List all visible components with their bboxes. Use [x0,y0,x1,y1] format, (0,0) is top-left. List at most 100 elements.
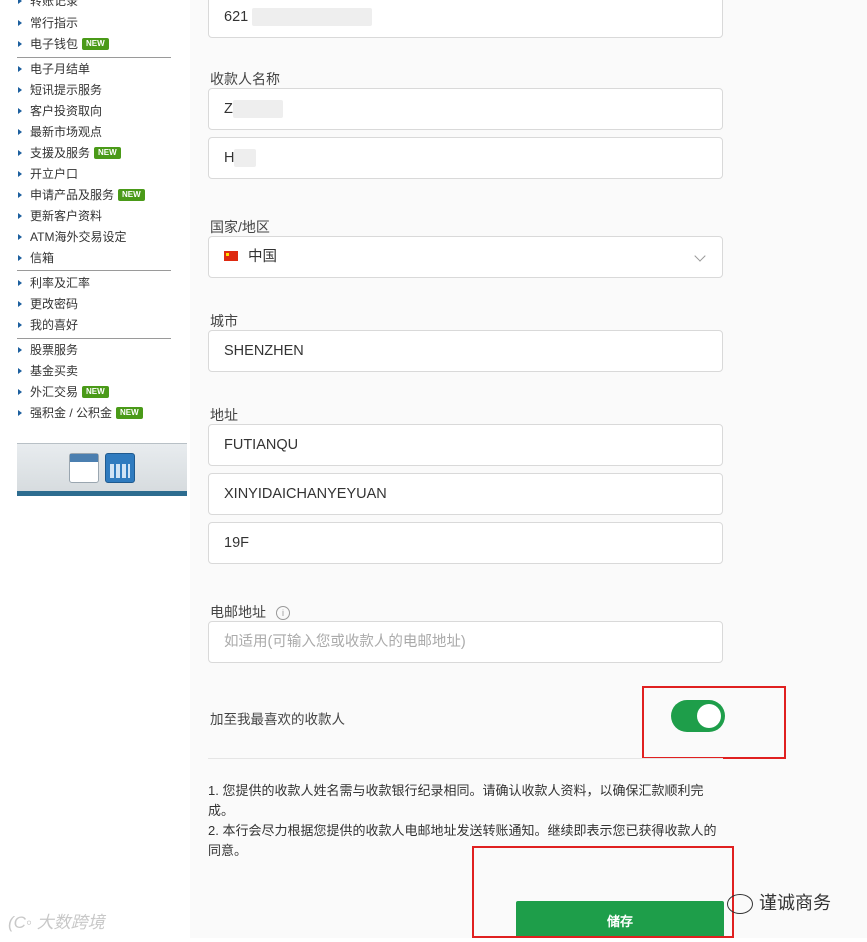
form-divider [208,758,723,759]
address-line1-field[interactable]: FUTIANQU [208,424,723,466]
sidebar-item-label: 我的喜好 [30,318,79,332]
sidebar-item[interactable]: 基金买卖 [18,361,78,381]
new-badge: NEW [82,386,109,398]
country-label: 国家/地区 [210,219,270,235]
sidebar-item-label: 股票服务 [30,343,79,357]
sidebar-item[interactable]: 股票服务 [18,340,78,360]
calculator-banner[interactable] [17,443,187,496]
sidebar-item-label: 更改密码 [30,297,79,311]
favorite-label: 加至我最喜欢的收款人 [210,712,345,727]
calculator-icon [105,453,135,483]
arrow-right-icon [18,0,22,4]
sidebar-item-label: 短讯提示服务 [30,83,103,97]
new-badge: NEW [116,407,143,419]
sidebar: 转账记录 常行指示 电子钱包 NEW 电子月结单 短讯提示服务 客户投资取向 最新市场观点… [0,0,190,938]
sidebar-divider [17,338,171,339]
redacted-mask [252,8,373,27]
sidebar-item[interactable]: 更新客户资料 [18,206,102,226]
watermark-right: 谨诚商务 [727,889,831,915]
email-field[interactable]: 如适用(可输入您或收款人的电邮地址) [208,621,723,663]
city-label: 城市 [210,313,238,329]
sidebar-item-label: 基金买卖 [30,364,79,378]
arrow-right-icon [18,367,22,374]
arrow-right-icon [18,254,22,261]
sidebar-item-partial[interactable]: 转账记录 [18,0,78,11]
payee-name-line2-field[interactable]: H [208,137,723,179]
arrow-right-icon [18,149,22,156]
arrow-right-icon [18,19,22,26]
sidebar-item[interactable]: 强积金 / 公积金 NEW [18,403,143,423]
arrow-right-icon [18,191,22,198]
new-badge: NEW [94,147,121,159]
watermark-left: (C◦ 大数跨境 [8,913,105,932]
sidebar-item-label: 强积金 / 公积金 [30,406,113,420]
sidebar-item-label: 电子钱包 [30,37,79,51]
arrow-right-icon [18,388,22,395]
address-label: 地址 [210,407,238,423]
sidebar-item[interactable]: 最新市场观点 [18,122,102,142]
sidebar-item[interactable]: 外汇交易 NEW [18,382,109,402]
sidebar-item[interactable]: ATM海外交易设定 [18,227,126,247]
highlight-box-save [472,846,734,938]
sidebar-item[interactable]: 利率及汇率 [18,273,90,293]
new-badge: NEW [82,38,109,50]
arrow-right-icon [18,86,22,93]
highlight-box-toggle [642,686,786,759]
china-flag-icon [224,251,238,262]
redacted-mask [234,149,257,168]
sidebar-item[interactable]: 电子月结单 [18,59,90,79]
arrow-right-icon [18,107,22,114]
arrow-right-icon [18,170,22,177]
sidebar-item[interactable]: 我的喜好 [18,315,78,335]
redacted-mask [232,100,283,119]
new-badge: NEW [118,189,145,201]
wechat-icon [727,894,753,915]
address-line2-field[interactable]: XINYIDAICHANYEYUAN [208,473,723,515]
arrow-right-icon [18,128,22,135]
sidebar-item-label: 电子月结单 [30,62,91,76]
info-icon[interactable]: i [276,606,290,621]
arrow-right-icon [18,212,22,219]
arrow-right-icon [18,300,22,307]
sidebar-item-label: 信箱 [30,251,55,265]
sidebar-item[interactable]: 电子钱包 NEW [18,34,109,54]
sidebar-item[interactable]: 更改密码 [18,294,78,314]
arrow-right-icon [18,346,22,353]
account-number-field[interactable]: 621 [208,0,723,38]
arrow-right-icon [18,65,22,72]
sidebar-item[interactable]: 支援及服务 NEW [18,143,121,163]
country-select[interactable]: 中国 [208,236,723,278]
sidebar-item-label: 外汇交易 [30,385,79,399]
sidebar-item[interactable]: 短讯提示服务 [18,80,102,100]
note-1: 1. 您提供的收款人姓名需与收款银行纪录相同。请确认收款人资料，以确保汇款顺利完… [208,783,704,818]
sidebar-item-label: 支援及服务 [30,146,91,160]
banner-base [17,491,187,496]
arrow-right-icon [18,409,22,416]
sidebar-divider [17,270,171,271]
arrow-right-icon [18,233,22,240]
email-label: 电邮地址 i [210,602,290,622]
sidebar-item-label: 利率及汇率 [30,276,91,290]
sidebar-item-label: 更新客户资料 [30,209,103,223]
payee-name-label: 收款人名称 [210,71,280,87]
payee-name-line1-field[interactable]: Z [208,88,723,130]
sidebar-item[interactable]: 开立户口 [18,164,78,184]
sidebar-item[interactable]: 申请产品及服务 NEW [18,185,145,205]
payee-form: 621 收款人名称 Z H 国家/地区 中国 城市 SHENZHEN 地址 FU… [190,0,867,938]
sidebar-divider [17,57,171,58]
sidebar-item[interactable]: 常行指示 [18,13,78,33]
sidebar-item-label: 最新市场观点 [30,125,103,139]
address-line3-field[interactable]: 19F [208,522,723,564]
arrow-right-icon [18,321,22,328]
sidebar-item-label: ATM海外交易设定 [30,230,127,244]
sidebar-item[interactable]: 信箱 [18,248,54,268]
chevron-down-icon [694,250,706,262]
sidebar-item-label: 开立户口 [30,167,79,181]
city-field[interactable]: SHENZHEN [208,330,723,372]
sidebar-item[interactable]: 客户投资取向 [18,101,102,121]
sidebar-item-label: 申请产品及服务 [30,188,115,202]
calendar-icon [69,453,99,483]
sidebar-item-label: 客户投资取向 [30,104,103,118]
arrow-right-icon [18,40,22,47]
arrow-right-icon [18,279,22,286]
